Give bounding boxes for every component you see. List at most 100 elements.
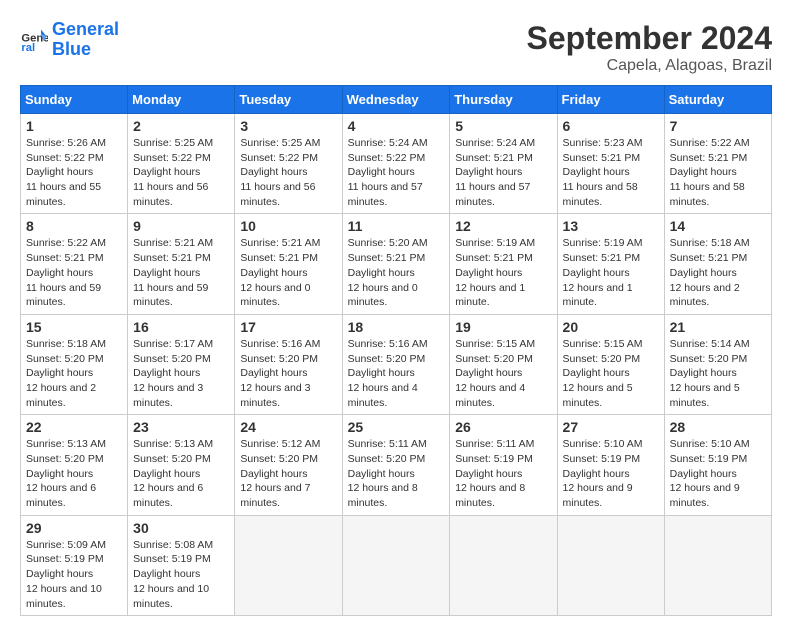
empty-cell <box>342 515 450 615</box>
title-block: September 2024 Capela, Alagoas, Brazil <box>527 20 772 75</box>
day-number: 18 <box>348 319 445 335</box>
day-info: Sunrise: 5:16 AMSunset: 5:20 PMDaylight … <box>348 337 445 410</box>
svg-text:ral: ral <box>21 42 35 54</box>
day-info: Sunrise: 5:12 AMSunset: 5:20 PMDaylight … <box>240 437 336 510</box>
day-number: 14 <box>670 218 766 234</box>
day-info: Sunrise: 5:13 AMSunset: 5:20 PMDaylight … <box>26 437 122 510</box>
empty-cell <box>235 515 342 615</box>
day-info: Sunrise: 5:13 AMSunset: 5:20 PMDaylight … <box>133 437 229 510</box>
day-info: Sunrise: 5:25 AMSunset: 5:22 PMDaylight … <box>133 136 229 209</box>
logo-text: GeneralBlue <box>52 20 119 60</box>
day-cell-3: 3 Sunrise: 5:25 AMSunset: 5:22 PMDaylight… <box>235 114 342 214</box>
day-cell-10: 10Sunrise: 5:21 AMSunset: 5:21 PMDayligh… <box>235 214 342 314</box>
day-info: Sunrise: 5:19 AMSunset: 5:21 PMDaylight … <box>563 236 659 309</box>
day-info: Sunrise: 5:08 AMSunset: 5:19 PMDaylight … <box>133 538 229 611</box>
day-cell-2: 2 Sunrise: 5:25 AMSunset: 5:22 PMDaylight… <box>128 114 235 214</box>
day-number: 13 <box>563 218 659 234</box>
day-number: 8 <box>26 218 122 234</box>
day-header-thursday: Thursday <box>450 86 557 114</box>
day-cell-19: 19Sunrise: 5:15 AMSunset: 5:20 PMDayligh… <box>450 314 557 414</box>
day-info: Sunrise: 5:11 AMSunset: 5:19 PMDaylight … <box>455 437 551 510</box>
day-cell-9: 9 Sunrise: 5:21 AMSunset: 5:21 PMDaylight… <box>128 214 235 314</box>
day-number: 30 <box>133 520 229 536</box>
day-cell-16: 16 Sunrise: 5:17 AMSunset: 5:20 PMDayligh… <box>128 314 235 414</box>
day-cell-18: 18 Sunrise: 5:16 AMSunset: 5:20 PMDayligh… <box>342 314 450 414</box>
day-number: 17 <box>240 319 336 335</box>
day-info: Sunrise: 5:16 AMSunset: 5:20 PMDaylight … <box>240 337 336 410</box>
day-cell-21: 21 Sunrise: 5:14 AMSunset: 5:20 PMDayligh… <box>664 314 771 414</box>
day-number: 12 <box>455 218 551 234</box>
calendar-week-2: 8Sunrise: 5:22 AMSunset: 5:21 PMDaylight… <box>21 214 772 314</box>
day-number: 25 <box>348 419 445 435</box>
day-number: 4 <box>348 118 445 134</box>
calendar-week-3: 15 Sunrise: 5:18 AMSunset: 5:20 PMDayligh… <box>21 314 772 414</box>
day-info: Sunrise: 5:15 AMSunset: 5:20 PMDaylight … <box>455 337 551 410</box>
day-cell-30: 30 Sunrise: 5:08 AMSunset: 5:19 PMDayligh… <box>128 515 235 615</box>
day-header-friday: Friday <box>557 86 664 114</box>
day-number: 6 <box>563 118 659 134</box>
day-cell-7: 7Sunrise: 5:22 AMSunset: 5:21 PMDaylight… <box>664 114 771 214</box>
day-number: 27 <box>563 419 659 435</box>
day-header-sunday: Sunday <box>21 86 128 114</box>
day-number: 2 <box>133 118 229 134</box>
day-cell-6: 6Sunrise: 5:23 AMSunset: 5:21 PMDaylight… <box>557 114 664 214</box>
day-info: Sunrise: 5:14 AMSunset: 5:20 PMDaylight … <box>670 337 766 410</box>
day-header-saturday: Saturday <box>664 86 771 114</box>
day-info: Sunrise: 5:18 AMSunset: 5:20 PMDaylight … <box>26 337 122 410</box>
empty-cell <box>450 515 557 615</box>
day-number: 1 <box>26 118 122 134</box>
day-info: Sunrise: 5:24 AMSunset: 5:21 PMDaylight … <box>455 136 551 209</box>
day-number: 15 <box>26 319 122 335</box>
day-info: Sunrise: 5:09 AMSunset: 5:19 PMDaylight … <box>26 538 122 611</box>
day-cell-14: 14 Sunrise: 5:18 AMSunset: 5:21 PMDayligh… <box>664 214 771 314</box>
day-info: Sunrise: 5:10 AMSunset: 5:19 PMDaylight … <box>670 437 766 510</box>
day-cell-29: 29Sunrise: 5:09 AMSunset: 5:19 PMDayligh… <box>21 515 128 615</box>
day-number: 28 <box>670 419 766 435</box>
day-cell-22: 22Sunrise: 5:13 AMSunset: 5:20 PMDayligh… <box>21 415 128 515</box>
page-header: Gene ral GeneralBlue September 2024 Cape… <box>20 20 772 75</box>
day-cell-26: 26 Sunrise: 5:11 AMSunset: 5:19 PMDayligh… <box>450 415 557 515</box>
day-cell-12: 12Sunrise: 5:19 AMSunset: 5:21 PMDayligh… <box>450 214 557 314</box>
calendar-week-4: 22Sunrise: 5:13 AMSunset: 5:20 PMDayligh… <box>21 415 772 515</box>
day-info: Sunrise: 5:20 AMSunset: 5:21 PMDaylight … <box>348 236 445 309</box>
day-info: Sunrise: 5:21 AMSunset: 5:21 PMDaylight … <box>133 236 229 309</box>
logo-icon: Gene ral <box>20 26 48 54</box>
day-info: Sunrise: 5:17 AMSunset: 5:20 PMDaylight … <box>133 337 229 410</box>
day-cell-11: 11 Sunrise: 5:20 AMSunset: 5:21 PMDayligh… <box>342 214 450 314</box>
empty-cell <box>664 515 771 615</box>
day-number: 21 <box>670 319 766 335</box>
location: Capela, Alagoas, Brazil <box>527 57 772 75</box>
day-info: Sunrise: 5:25 AMSunset: 5:22 PMDaylight … <box>240 136 336 209</box>
day-info: Sunrise: 5:11 AMSunset: 5:20 PMDaylight … <box>348 437 445 510</box>
day-number: 26 <box>455 419 551 435</box>
calendar-header-row: SundayMondayTuesdayWednesdayThursdayFrid… <box>21 86 772 114</box>
day-number: 23 <box>133 419 229 435</box>
calendar-table: SundayMondayTuesdayWednesdayThursdayFrid… <box>20 85 772 616</box>
day-cell-17: 17 Sunrise: 5:16 AMSunset: 5:20 PMDayligh… <box>235 314 342 414</box>
day-header-monday: Monday <box>128 86 235 114</box>
day-cell-15: 15 Sunrise: 5:18 AMSunset: 5:20 PMDayligh… <box>21 314 128 414</box>
logo: Gene ral GeneralBlue <box>20 20 119 60</box>
day-number: 3 <box>240 118 336 134</box>
day-cell-25: 25 Sunrise: 5:11 AMSunset: 5:20 PMDayligh… <box>342 415 450 515</box>
day-info: Sunrise: 5:18 AMSunset: 5:21 PMDaylight … <box>670 236 766 309</box>
day-cell-23: 23 Sunrise: 5:13 AMSunset: 5:20 PMDayligh… <box>128 415 235 515</box>
month-title: September 2024 <box>527 20 772 57</box>
day-cell-8: 8Sunrise: 5:22 AMSunset: 5:21 PMDaylight… <box>21 214 128 314</box>
day-cell-20: 20Sunrise: 5:15 AMSunset: 5:20 PMDayligh… <box>557 314 664 414</box>
day-number: 16 <box>133 319 229 335</box>
day-number: 11 <box>348 218 445 234</box>
day-number: 10 <box>240 218 336 234</box>
day-info: Sunrise: 5:26 AMSunset: 5:22 PMDaylight … <box>26 136 122 209</box>
calendar-week-5: 29Sunrise: 5:09 AMSunset: 5:19 PMDayligh… <box>21 515 772 615</box>
day-header-wednesday: Wednesday <box>342 86 450 114</box>
day-cell-24: 24 Sunrise: 5:12 AMSunset: 5:20 PMDayligh… <box>235 415 342 515</box>
day-cell-13: 13 Sunrise: 5:19 AMSunset: 5:21 PMDayligh… <box>557 214 664 314</box>
day-info: Sunrise: 5:15 AMSunset: 5:20 PMDaylight … <box>563 337 659 410</box>
day-number: 5 <box>455 118 551 134</box>
day-number: 24 <box>240 419 336 435</box>
day-cell-27: 27Sunrise: 5:10 AMSunset: 5:19 PMDayligh… <box>557 415 664 515</box>
day-number: 9 <box>133 218 229 234</box>
day-info: Sunrise: 5:24 AMSunset: 5:22 PMDaylight … <box>348 136 445 209</box>
day-cell-4: 4 Sunrise: 5:24 AMSunset: 5:22 PMDaylight… <box>342 114 450 214</box>
